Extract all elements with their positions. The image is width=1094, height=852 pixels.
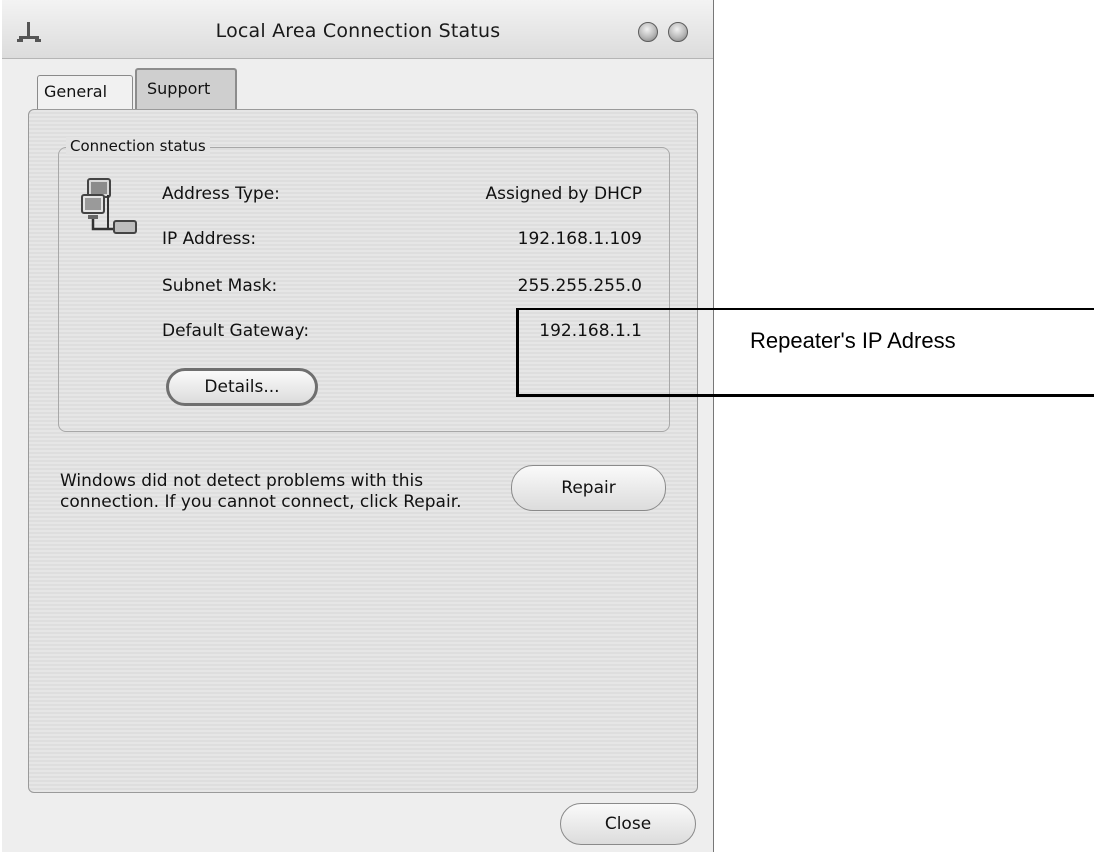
ip-address-label: IP Address:: [162, 229, 257, 249]
close-window-button[interactable]: [668, 22, 688, 42]
repair-button[interactable]: Repair: [511, 465, 666, 511]
diagnostic-message: Windows did not detect problems with thi…: [60, 471, 462, 512]
details-button[interactable]: Details...: [166, 368, 318, 406]
callout-line-bottom: [516, 394, 1094, 397]
subnet-mask-label: Subnet Mask:: [162, 276, 278, 296]
window-title: Local Area Connection Status: [215, 20, 501, 42]
callout-line-left: [516, 308, 519, 397]
address-type-label: Address Type:: [162, 184, 280, 204]
title-bar[interactable]: Local Area Connection Status: [2, 0, 713, 59]
tab-general[interactable]: General: [37, 75, 133, 109]
tab-support[interactable]: Support: [135, 68, 237, 110]
address-type-value: Assigned by DHCP: [485, 184, 642, 204]
repeater-ip-annotation: Repeater's IP Adress: [750, 328, 956, 353]
network-computers-icon: [81, 178, 137, 234]
default-gateway-value: 192.168.1.1: [539, 321, 642, 341]
ip-address-value: 192.168.1.109: [517, 229, 642, 249]
screenshot-stage: Local Area Connection Status General Sup…: [0, 0, 1094, 852]
minimize-button[interactable]: [638, 22, 658, 42]
subnet-mask-value: 255.255.255.0: [517, 276, 642, 296]
close-button[interactable]: Close: [560, 803, 696, 845]
callout-line-top: [516, 308, 1094, 310]
default-gateway-label: Default Gateway:: [162, 321, 310, 341]
connection-status-legend: Connection status: [66, 137, 210, 155]
